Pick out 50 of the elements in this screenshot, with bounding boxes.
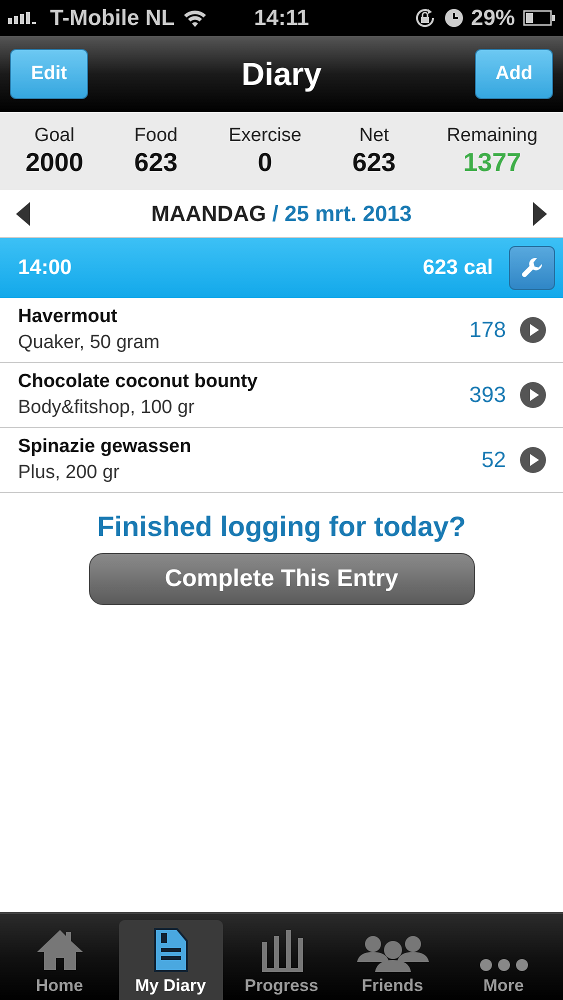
food-detail: Quaker, 50 gram [18, 332, 161, 354]
settings-button[interactable] [509, 246, 555, 290]
summary-label: Net [359, 124, 389, 146]
page-title: Diary [241, 56, 322, 92]
tab[interactable]: Progress [230, 920, 334, 1000]
food-name: Spinazie gewassen [18, 436, 192, 458]
summary-label: Food [134, 124, 178, 146]
food-calories: 178 [469, 317, 506, 343]
summary-value: 623 [352, 146, 396, 178]
more-icon [478, 958, 528, 972]
house-icon [34, 928, 84, 972]
food-calories: 52 [482, 447, 506, 473]
summary-label: Goal [34, 124, 74, 146]
food-entry[interactable]: Chocolate coconut bounty Body&fitshop, 100 gr 393 [0, 363, 563, 428]
tab[interactable]: More [452, 920, 556, 1000]
carrier-name: T-Mobile NL [50, 5, 175, 31]
wifi-icon [182, 9, 207, 27]
complete-entry-button[interactable]: Complete This Entry [88, 553, 474, 605]
food-detail: Body&fitshop, 100 gr [18, 397, 196, 419]
food-name: Chocolate coconut bounty [18, 371, 259, 393]
food-name: Havermout [18, 306, 118, 328]
battery-percentage: 29% [470, 5, 515, 31]
previous-arrow-icon[interactable] [16, 202, 30, 226]
disclosure-icon[interactable] [520, 447, 546, 473]
battery-icon [523, 10, 555, 26]
summary-label: Exercise [228, 124, 302, 146]
tab[interactable]: My Diary [118, 920, 222, 1000]
food-entry[interactable]: Havermout Quaker, 50 gram 178 [0, 298, 563, 363]
tab[interactable]: Friends [340, 920, 444, 1000]
summary-value: 1377 [463, 146, 522, 178]
clock-icon [444, 9, 463, 27]
status-time: 14:11 [254, 5, 310, 31]
disclosure-icon[interactable] [520, 317, 546, 343]
food-entry[interactable]: Spinazie gewassen Plus, 200 gr 52 [0, 428, 563, 493]
summary-value: 0 [258, 146, 272, 178]
completion-prompt: Finished logging for today? [96, 511, 467, 543]
summary-label: Remaining [446, 124, 538, 146]
next-arrow-icon[interactable] [532, 202, 547, 226]
tab[interactable]: Home [8, 920, 112, 1000]
date-label: MAANDAG / 25 mrt. 2013 [151, 200, 412, 226]
meal-calories: 623 cal [422, 256, 493, 280]
bar-chart-icon [260, 928, 304, 972]
summary-value: 2000 [25, 146, 84, 178]
meal-time: 14:00 [18, 256, 72, 280]
document-icon [152, 928, 188, 972]
food-detail: Plus, 200 gr [18, 462, 120, 484]
wrench-icon [521, 257, 543, 279]
summary-value: 623 [134, 146, 178, 178]
disclosure-icon[interactable] [520, 382, 546, 408]
food-calories: 393 [469, 382, 506, 408]
